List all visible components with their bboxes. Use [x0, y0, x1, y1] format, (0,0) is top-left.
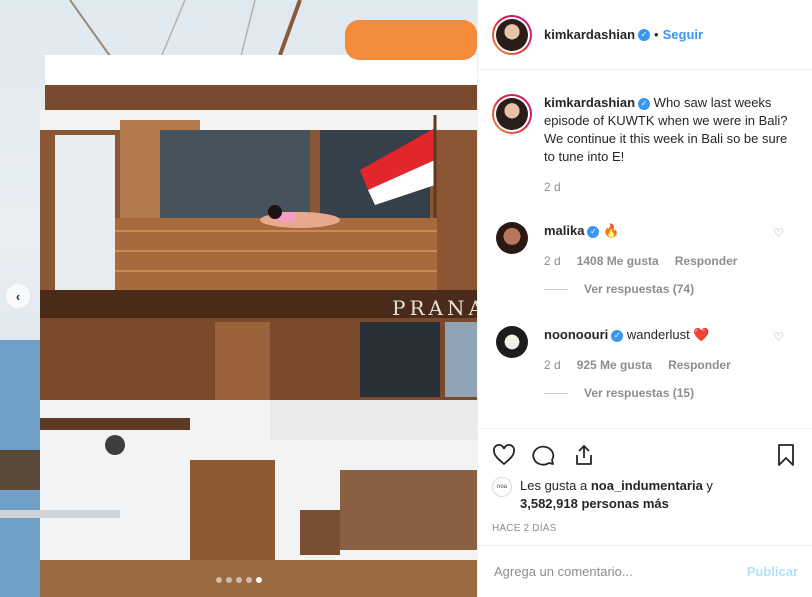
- comment-like-heart-icon[interactable]: ♡: [773, 330, 784, 344]
- comment-icon[interactable]: [532, 443, 556, 467]
- action-bar: [492, 429, 798, 481]
- view-replies-label[interactable]: Ver respuestas (74): [584, 282, 694, 296]
- publish-button[interactable]: Publicar: [747, 564, 798, 579]
- comment-text: noonoouri ✓ wanderlust ❤️: [544, 326, 764, 344]
- author-avatar[interactable]: [492, 94, 532, 134]
- verified-badge-icon: ✓: [587, 225, 600, 238]
- comment-time[interactable]: 2 d: [544, 358, 561, 372]
- likes-prefix: Les gusta a: [520, 478, 591, 493]
- comment-body: 🔥: [603, 223, 620, 238]
- comments-list[interactable]: kimkardashian ✓ Who saw last weeks episod…: [478, 70, 812, 428]
- boat-name-text: PRANA: [392, 296, 477, 320]
- instagram-post-modal: PRANA ‹: [0, 0, 812, 597]
- heart-icon[interactable]: [492, 443, 516, 467]
- separator-dot: •: [654, 27, 659, 42]
- comment-time[interactable]: 2 d: [544, 254, 561, 268]
- comment-likes[interactable]: 925 Me gusta: [577, 358, 652, 372]
- commenter-avatar[interactable]: [496, 222, 528, 254]
- likes-suffix: y: [702, 478, 713, 493]
- commenter-avatar[interactable]: [496, 326, 528, 358]
- carousel-dot: [215, 577, 222, 583]
- reply-button[interactable]: Responder: [668, 358, 731, 372]
- comment-item: malika ✓ 🔥 2 d 1408 Me gusta Responder ♡: [492, 222, 798, 268]
- comment-meta: 2 d 925 Me gusta Responder: [544, 358, 764, 372]
- view-replies-button[interactable]: Ver respuestas (15): [544, 386, 798, 400]
- carousel-dot-active: [255, 577, 262, 583]
- author-username[interactable]: kimkardashian: [544, 27, 635, 42]
- yacht-illustration: PRANA: [0, 0, 477, 597]
- comment-username[interactable]: noonoouri: [544, 327, 608, 342]
- share-icon[interactable]: [572, 443, 596, 467]
- bookmark-icon[interactable]: [774, 443, 798, 467]
- verified-badge-icon: ✓: [638, 28, 651, 41]
- verified-badge-icon: ✓: [638, 97, 651, 110]
- comment-item: noonoouri ✓ wanderlust ❤️ 2 d 925 Me gust…: [492, 326, 798, 372]
- replies-divider: [544, 288, 568, 290]
- post-photo[interactable]: PRANA ‹: [0, 0, 477, 597]
- likes-count[interactable]: 3,582,918 personas más: [520, 496, 669, 511]
- comment-likes[interactable]: 1408 Me gusta: [577, 254, 659, 268]
- post-timestamp[interactable]: HACE 2 DÍAS: [492, 523, 798, 534]
- caption-meta: 2 d: [544, 180, 798, 194]
- post-header: kimkardashian ✓ • Seguir: [478, 0, 812, 70]
- comment-body: wanderlust ❤️: [626, 327, 710, 342]
- caption-text: kimkardashian ✓ Who saw last weeks episod…: [544, 94, 798, 166]
- author-avatar[interactable]: [492, 14, 532, 55]
- carousel-indicator: [0, 577, 477, 583]
- comment-like-heart-icon[interactable]: ♡: [773, 226, 784, 240]
- liker-username[interactable]: noa_indumentaria: [591, 478, 703, 493]
- comment-input[interactable]: [494, 564, 747, 579]
- comment-composer: Publicar: [478, 545, 812, 597]
- comment-text: malika ✓ 🔥: [544, 222, 764, 240]
- comment-username[interactable]: malika: [544, 223, 584, 238]
- liker-avatar[interactable]: noa: [492, 477, 512, 497]
- carousel-dot: [235, 577, 242, 583]
- post-sidebar: kimkardashian ✓ • Seguir kimkardashian ✓ …: [477, 0, 812, 597]
- reply-button[interactable]: Responder: [675, 254, 738, 268]
- verified-badge-icon: ✓: [611, 329, 624, 342]
- carousel-dot: [225, 577, 232, 583]
- view-replies-label[interactable]: Ver respuestas (15): [584, 386, 694, 400]
- likes-summary: noa Les gusta a noa_indumentaria y 3,582…: [492, 477, 798, 513]
- caption: kimkardashian ✓ Who saw last weeks episod…: [492, 94, 798, 194]
- replies-divider: [544, 392, 568, 394]
- carousel-prev-button[interactable]: ‹: [6, 284, 30, 308]
- caption-time[interactable]: 2 d: [544, 180, 561, 194]
- chevron-left-icon: ‹: [15, 288, 21, 304]
- comment-meta: 2 d 1408 Me gusta Responder: [544, 254, 764, 268]
- post-actions-section: noa Les gusta a noa_indumentaria y 3,582…: [478, 428, 812, 534]
- follow-button[interactable]: Seguir: [663, 27, 703, 42]
- carousel-dot: [245, 577, 252, 583]
- caption-username[interactable]: kimkardashian: [544, 95, 635, 110]
- view-replies-button[interactable]: Ver respuestas (74): [544, 282, 798, 296]
